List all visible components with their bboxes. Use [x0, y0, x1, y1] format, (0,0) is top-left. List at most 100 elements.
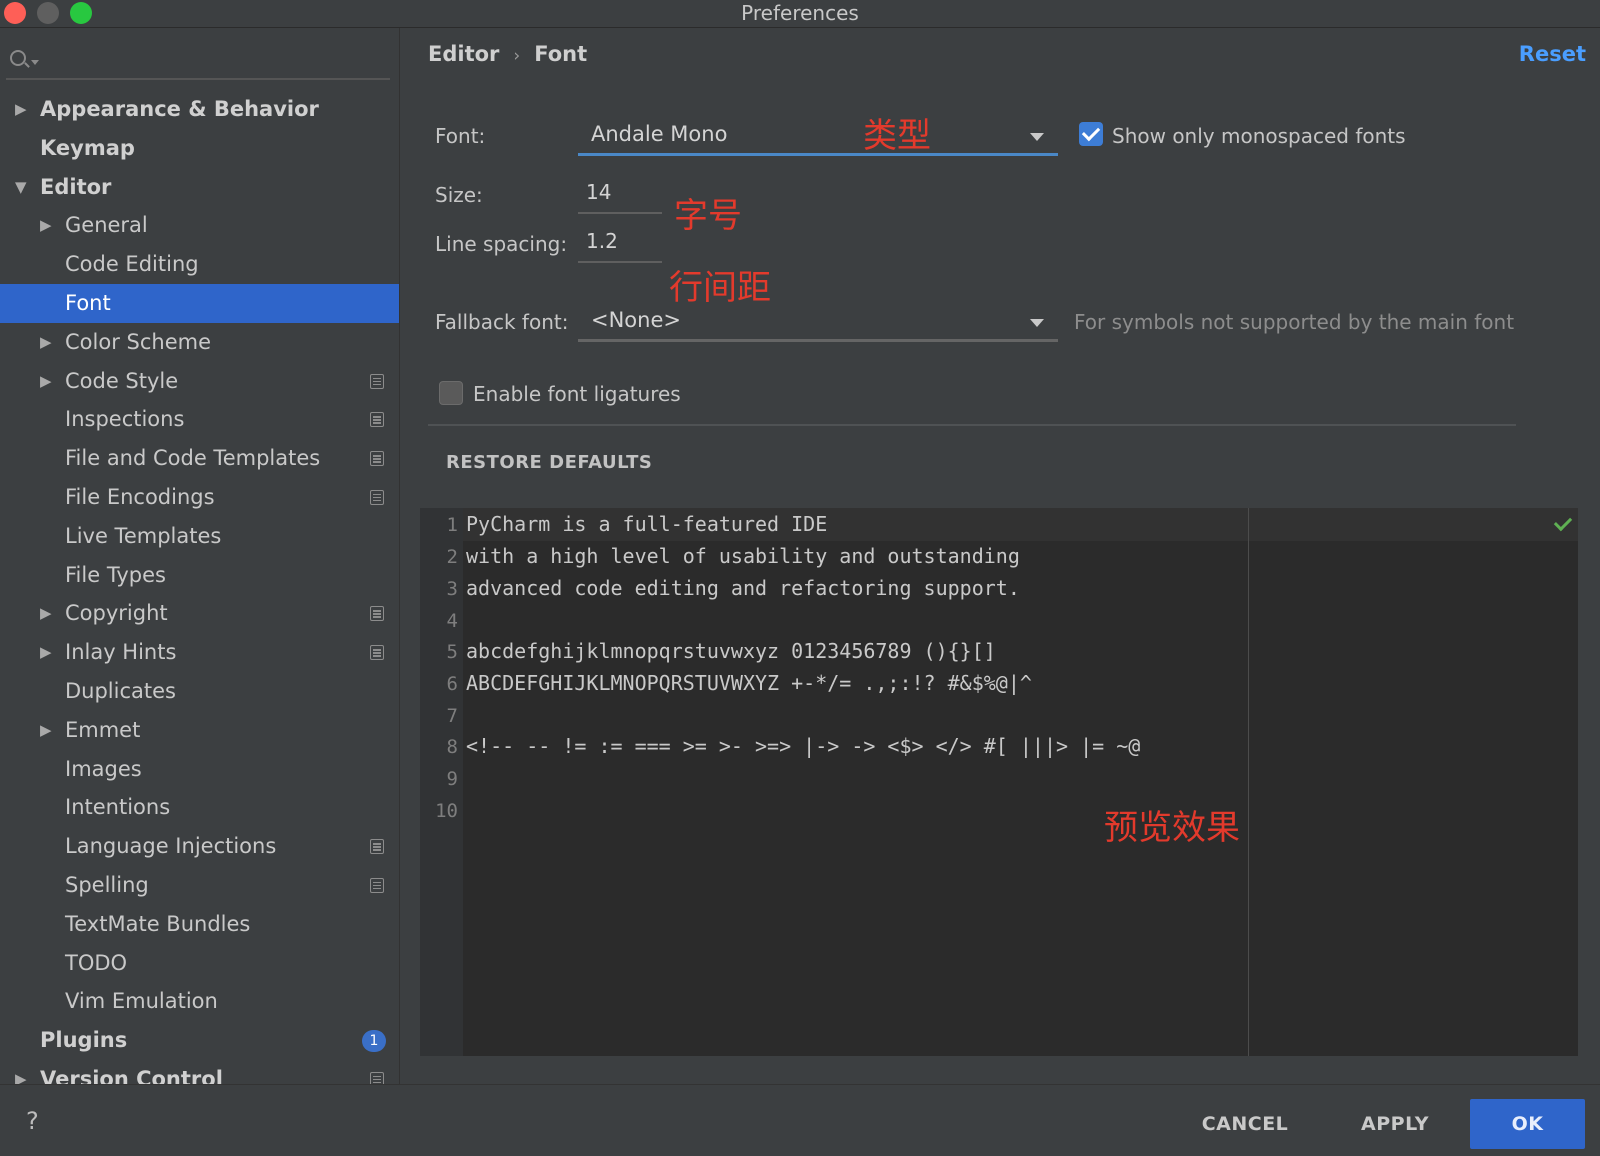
sidebar-item-copyright[interactable]: ▶ Copyright: [0, 594, 399, 633]
cancel-button[interactable]: CANCEL: [1180, 1099, 1310, 1149]
breadcrumb-separator: ›: [513, 46, 521, 66]
code-line: 8 <!-- -- != := === >= >- >=> |-> -> <$> …: [420, 730, 1141, 762]
font-settings-panel: Editor › Font Reset Font: Andale Mono 类型 S…: [401, 28, 1600, 1084]
code-text: ABCDEFGHIJKLMNOPQRSTUVWXYZ +-*/= .,;:!? …: [466, 671, 1032, 695]
font-select[interactable]: Andale Mono: [578, 116, 1058, 156]
annotation-size: 字号: [674, 196, 742, 236]
sidebar-item-label: General: [65, 213, 148, 238]
right-margin-guide: [1248, 508, 1249, 1056]
fallback-font-select[interactable]: <None>: [578, 302, 1058, 342]
ok-button[interactable]: OK: [1470, 1099, 1585, 1149]
sidebar-item-label: Copyright: [65, 601, 168, 626]
chevron-down-icon: [1030, 319, 1044, 327]
collapsed-arrow-icon[interactable]: ▶: [40, 362, 52, 401]
size-input[interactable]: 14: [578, 178, 662, 214]
sidebar-item-label: Plugins: [40, 1028, 128, 1053]
sidebar-item-inspections[interactable]: Inspections: [0, 400, 399, 439]
sidebar-item-keymap[interactable]: Keymap: [0, 129, 399, 168]
fallback-font-label: Fallback font:: [435, 310, 569, 334]
search-icon[interactable]: [10, 50, 26, 66]
sidebar-item-label: Language Injections: [65, 834, 277, 859]
sidebar-item-code-style[interactable]: ▶ Code Style: [0, 362, 399, 401]
sidebar-item-label: TextMate Bundles: [65, 911, 251, 936]
line-spacing-input[interactable]: 1.2: [578, 227, 662, 263]
sidebar-item-color-scheme[interactable]: ▶ Color Scheme: [0, 323, 399, 362]
breadcrumb-current: Font: [534, 42, 588, 66]
show-monospaced-checkbox[interactable]: [1079, 122, 1103, 146]
sidebar-item-plugins[interactable]: Plugins 1: [0, 1021, 399, 1060]
sidebar-item-duplicates[interactable]: Duplicates: [0, 672, 399, 711]
collapsed-arrow-icon[interactable]: ▶: [15, 1060, 27, 1084]
size-input-value: 14: [586, 180, 612, 204]
sidebar-item-appearance-behavior[interactable]: ▶ Appearance & Behavior: [0, 90, 399, 129]
sidebar-item-file-and-code-templates[interactable]: File and Code Templates: [0, 439, 399, 478]
code-line: 1 PyCharm is a full-featured IDE: [420, 508, 828, 540]
collapsed-arrow-icon[interactable]: ▶: [40, 711, 52, 750]
breadcrumb-parent[interactable]: Editor: [428, 42, 499, 66]
code-line: 7: [420, 699, 466, 731]
sidebar-item-language-injections[interactable]: Language Injections: [0, 827, 399, 866]
line-spacing-input-value: 1.2: [586, 229, 618, 253]
sidebar-item-todo[interactable]: TODO: [0, 944, 399, 983]
sidebar-item-live-templates[interactable]: Live Templates: [0, 517, 399, 556]
sidebar-item-font[interactable]: Font: [0, 283, 399, 323]
breadcrumb: Editor › Font: [428, 42, 587, 66]
sidebar-item-emmet[interactable]: ▶ Emmet: [0, 711, 399, 750]
collapsed-arrow-icon[interactable]: ▶: [40, 323, 52, 362]
project-settings-icon: [370, 839, 384, 855]
restore-defaults-button[interactable]: RESTORE DEFAULTS: [446, 452, 652, 473]
expanded-arrow-icon[interactable]: ▼: [15, 168, 27, 207]
collapsed-arrow-icon[interactable]: ▶: [40, 206, 52, 245]
sidebar-item-inlay-hints[interactable]: ▶ Inlay Hints: [0, 633, 399, 672]
code-line: 4: [420, 604, 466, 636]
font-select-value: Andale Mono: [591, 122, 728, 146]
project-settings-icon: [370, 451, 384, 467]
window-title: Preferences: [741, 1, 859, 25]
sidebar-item-version-control[interactable]: ▶ Version Control: [0, 1060, 399, 1084]
sidebar-item-label: Font: [65, 290, 111, 315]
project-settings-icon: [370, 412, 384, 428]
reset-link[interactable]: Reset: [1519, 42, 1586, 66]
project-settings-icon: [370, 1071, 384, 1084]
collapsed-arrow-icon[interactable]: ▶: [40, 633, 52, 672]
line-number: 3: [446, 578, 458, 600]
search-input[interactable]: [46, 44, 376, 74]
dialog-footer: ? CANCEL APPLY OK: [0, 1084, 1600, 1156]
update-count-badge: 1: [362, 1030, 386, 1053]
enable-ligatures-checkbox[interactable]: [439, 381, 463, 405]
project-settings-icon: [370, 489, 384, 505]
collapsed-arrow-icon[interactable]: ▶: [40, 594, 52, 633]
collapsed-arrow-icon[interactable]: ▶: [15, 90, 27, 129]
help-button[interactable]: ?: [26, 1107, 39, 1135]
sidebar-item-label: Code Editing: [65, 252, 199, 277]
apply-button[interactable]: APPLY: [1330, 1099, 1460, 1149]
sidebar-item-textmate-bundles[interactable]: TextMate Bundles: [0, 905, 399, 944]
sidebar-item-label: Images: [65, 756, 142, 781]
enable-ligatures-label: Enable font ligatures: [473, 382, 681, 406]
settings-search[interactable]: [6, 40, 390, 80]
sidebar-item-label: Color Scheme: [65, 329, 211, 354]
settings-tree: ▶ Appearance & Behavior Keymap ▼ Editor ▶ Gene…: [0, 90, 399, 1084]
sidebar-item-file-types[interactable]: File Types: [0, 556, 399, 595]
sidebar-item-code-editing[interactable]: Code Editing: [0, 245, 399, 284]
annotation-preview: 预览效果: [1104, 808, 1240, 848]
code-line: 5 abcdefghijklmnopqrstuvwxyz 0123456789 (…: [420, 635, 996, 667]
sidebar-item-label: Intentions: [65, 795, 171, 820]
project-settings-icon: [370, 606, 384, 622]
line-number: 9: [446, 768, 458, 790]
sidebar-item-intentions[interactable]: Intentions: [0, 788, 399, 827]
show-monospaced-label: Show only monospaced fonts: [1112, 124, 1406, 148]
sidebar-item-images[interactable]: Images: [0, 750, 399, 789]
font-preview-editor[interactable]: 1 PyCharm is a full-featured IDE 2 with a h…: [420, 508, 1578, 1056]
sidebar-item-label: Live Templates: [65, 523, 222, 548]
sidebar-item-general[interactable]: ▶ General: [0, 206, 399, 245]
sidebar-item-label: Appearance & Behavior: [40, 97, 319, 121]
sidebar-item-spelling[interactable]: Spelling: [0, 866, 399, 905]
sidebar-item-editor[interactable]: ▼ Editor: [0, 168, 399, 207]
search-options-dropdown-icon[interactable]: [31, 60, 39, 65]
sidebar-item-file-encodings[interactable]: File Encodings: [0, 478, 399, 517]
line-number: 6: [446, 673, 458, 695]
code-line: 3 advanced code editing and refactoring s…: [420, 572, 1020, 604]
font-label: Font:: [435, 124, 486, 148]
sidebar-item-vim-emulation[interactable]: Vim Emulation: [0, 982, 399, 1021]
